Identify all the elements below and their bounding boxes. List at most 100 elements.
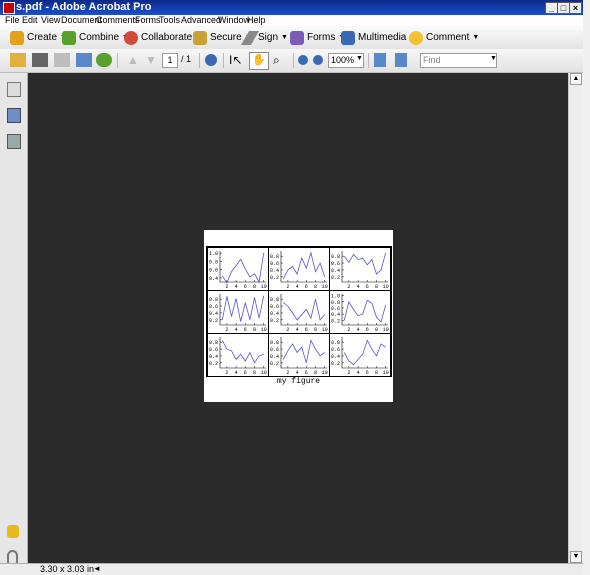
signatures-icon[interactable] bbox=[7, 134, 21, 149]
status-bar: 3.30 x 3.03 in ◄ bbox=[0, 563, 583, 575]
figure-caption: my figure bbox=[276, 377, 321, 386]
scroll-left-icon[interactable]: ◄ bbox=[93, 564, 101, 573]
find-input[interactable]: Find bbox=[420, 53, 497, 68]
axes bbox=[280, 337, 327, 369]
axes bbox=[280, 251, 327, 283]
y-tick-label: 0.4 bbox=[209, 354, 218, 360]
window-title: s.pdf - Adobe Acrobat Pro bbox=[16, 1, 152, 13]
scroll-up-button[interactable]: ▲ bbox=[570, 73, 582, 85]
menu-view[interactable]: View bbox=[41, 15, 60, 25]
axes bbox=[341, 251, 388, 283]
menu-edit[interactable]: Edit bbox=[22, 15, 38, 25]
y-tick-label: 0.6 bbox=[209, 347, 218, 353]
plot-panel-5: 0.8 0.6 0.4 0.2 2 4 6 8 10 bbox=[268, 290, 330, 334]
y-tick-label: 0.6 bbox=[209, 304, 218, 310]
series-line bbox=[283, 299, 325, 321]
next-page-icon[interactable]: ▼ bbox=[143, 53, 159, 67]
comment-button[interactable]: Comment ▼ bbox=[409, 29, 479, 46]
plot-panel-9: 0.8 0.6 0.4 0.2 2 4 6 8 10 bbox=[329, 333, 391, 377]
bookmarks-icon[interactable] bbox=[7, 108, 21, 123]
page-number-input[interactable]: 1 bbox=[162, 53, 178, 68]
email-icon[interactable] bbox=[76, 53, 92, 67]
plot-svg-3: 0.80.60.40.22 4 6 8 10 bbox=[331, 251, 389, 290]
x-tick-label: 10 bbox=[322, 370, 328, 376]
menu-help[interactable]: Help bbox=[247, 15, 266, 25]
sign-button[interactable]: Sign ▼ bbox=[240, 29, 288, 46]
y-tick-label: 0.6 bbox=[270, 347, 279, 353]
combine-icon bbox=[62, 30, 76, 45]
y-tick-label: 0.4 bbox=[331, 354, 340, 360]
x-tick-label: 8 bbox=[375, 370, 378, 376]
menu-window[interactable]: Window bbox=[218, 15, 250, 25]
comments-icon[interactable] bbox=[7, 525, 19, 538]
y-tick-label: 0.8 bbox=[270, 340, 279, 346]
series-line bbox=[282, 339, 325, 363]
scroll-down-button[interactable]: ▼ bbox=[570, 551, 582, 563]
acrobat-icon bbox=[3, 2, 15, 14]
single-page-icon[interactable] bbox=[374, 53, 386, 67]
hand-tool-icon[interactable]: ✋ bbox=[249, 52, 269, 70]
forms-button[interactable]: Forms▼ bbox=[290, 29, 345, 46]
zoom-out-icon[interactable] bbox=[298, 55, 308, 65]
combine-button[interactable]: Combine▼ bbox=[62, 29, 129, 46]
x-tick-label: 4 bbox=[235, 370, 238, 376]
multimedia-button[interactable]: Multimedia▼ bbox=[341, 29, 416, 46]
menu-file[interactable]: File bbox=[5, 15, 20, 25]
page-count: / 1 bbox=[181, 54, 192, 64]
multimedia-icon bbox=[341, 30, 355, 45]
y-tick-label: 0.4 bbox=[209, 276, 218, 282]
create-button[interactable]: Create▼ bbox=[10, 29, 67, 46]
previous-page-icon[interactable]: ▲ bbox=[125, 53, 141, 67]
axes bbox=[341, 294, 388, 326]
collaborate-icon bbox=[124, 30, 138, 45]
plot-panel-8: 0.8 0.6 0.4 0.2 2 4 6 8 10 bbox=[268, 333, 330, 377]
zoom-dropdown-icon[interactable]: ▼ bbox=[356, 55, 363, 62]
y-tick-label: 0.4 bbox=[331, 268, 340, 274]
y-tick-label: 0.6 bbox=[331, 347, 340, 353]
page-size-label: 3.30 x 3.03 in bbox=[40, 564, 95, 574]
y-tick-label: 0.2 bbox=[331, 361, 340, 367]
x-tick-label: 6 bbox=[366, 370, 369, 376]
plot-svg-7: 0.80.60.40.2 2 4 6 8 10 bbox=[209, 337, 267, 376]
menu-comments[interactable]: Comments bbox=[96, 15, 140, 25]
axes bbox=[219, 294, 266, 326]
text-select-icon[interactable]: I↖ bbox=[229, 53, 245, 67]
open-folder-icon[interactable] bbox=[10, 53, 26, 67]
plot-svg-6: 1.00.80.60.40.22 4 6 8 10 bbox=[331, 294, 389, 333]
forms-icon bbox=[290, 30, 304, 45]
menu-tools[interactable]: Tools bbox=[159, 15, 180, 25]
create-icon bbox=[10, 30, 24, 45]
plot-svg-9: 0.80.60.40.2 2 4 6 8 10 bbox=[331, 337, 389, 376]
menu-advanced[interactable]: Advanced bbox=[181, 15, 221, 25]
y-tick-label: 0.2 bbox=[331, 275, 340, 281]
series-line bbox=[343, 299, 387, 323]
vertical-scrollbar[interactable]: ▲ ▼ bbox=[568, 73, 582, 563]
y-tick-label: 0.2 bbox=[270, 318, 279, 324]
pages-icon[interactable] bbox=[7, 82, 21, 97]
menu-forms[interactable]: Forms bbox=[135, 15, 161, 25]
y-tick-label: 0.4 bbox=[270, 354, 279, 360]
fit-page-icon[interactable] bbox=[395, 53, 407, 67]
close-button[interactable]: × bbox=[569, 2, 582, 14]
y-tick-label: 0.8 bbox=[209, 297, 218, 303]
find-dropdown-icon[interactable]: ▼ bbox=[490, 55, 497, 62]
y-tick-label: 0.6 bbox=[331, 261, 340, 267]
plot-panel-2: 0.8 0.6 0.4 0.2 2 4 6 8 10 bbox=[268, 247, 330, 291]
x-tick-label: 4 bbox=[357, 370, 360, 376]
tasks-toolbar: Create▼ Combine▼ Collaborate▼ Secure▼ Si… bbox=[0, 26, 583, 50]
x-tick-label: 2 bbox=[286, 370, 289, 376]
series-line bbox=[343, 339, 386, 366]
series-line bbox=[221, 340, 264, 364]
print-icon[interactable] bbox=[32, 53, 48, 67]
y-tick-label: 1.0 bbox=[209, 251, 218, 257]
y-tick-label: 0.2 bbox=[331, 318, 340, 324]
plot-panel-1: 1.0 0.8 0.6 0.4 2 4 6 8 10 bbox=[207, 247, 269, 291]
save-icon[interactable] bbox=[54, 53, 70, 67]
axes bbox=[219, 251, 266, 283]
collaborate-button[interactable]: Collaborate▼ bbox=[124, 29, 202, 46]
web-icon[interactable] bbox=[96, 53, 112, 67]
marquee-zoom-icon[interactable]: ⌕ bbox=[273, 53, 289, 67]
y-tick-label: 0.4 bbox=[331, 312, 340, 318]
select-tool-icon[interactable] bbox=[205, 54, 217, 66]
zoom-in-icon[interactable] bbox=[313, 55, 323, 65]
